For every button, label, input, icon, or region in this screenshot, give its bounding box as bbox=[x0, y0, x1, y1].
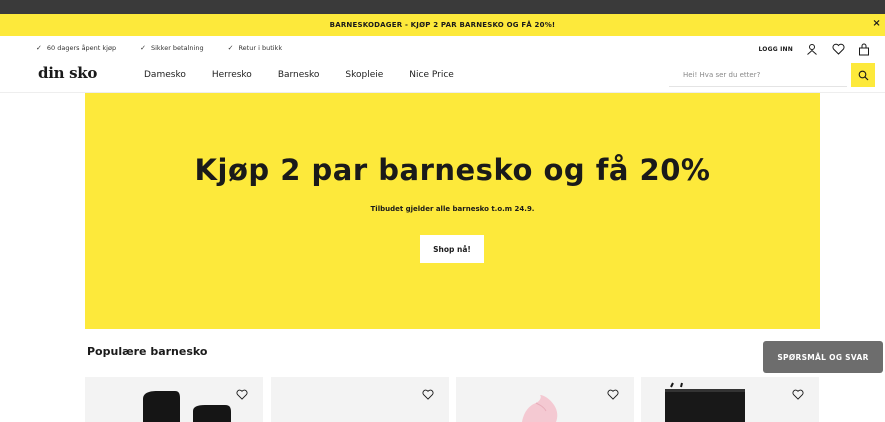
section-title: Populære barnesko bbox=[87, 345, 208, 358]
usp-item: ✓ 60 dagers åpent kjøp bbox=[36, 44, 116, 52]
check-icon: ✓ bbox=[140, 44, 146, 52]
product-card[interactable] bbox=[271, 377, 449, 422]
heart-icon[interactable] bbox=[791, 387, 805, 401]
usp-label: 60 dagers åpent kjøp bbox=[46, 44, 117, 52]
usp-label: Retur i butikk bbox=[238, 44, 283, 52]
heart-icon[interactable] bbox=[606, 387, 620, 401]
usp-list: ✓ 60 dagers åpent kjøp ✓ Sikker betalning … bbox=[36, 44, 282, 52]
usp-label: Sikker betalning bbox=[150, 44, 204, 52]
browser-top-strip bbox=[0, 0, 885, 14]
account-area: LOGG INN bbox=[758, 38, 871, 60]
search-placeholder: Hei! Hva ser du etter? bbox=[683, 70, 761, 79]
usp-item: ✓ Sikker betalning bbox=[140, 44, 203, 52]
product-card[interactable] bbox=[85, 377, 263, 422]
nav-item-herresko[interactable]: Herresko bbox=[212, 70, 252, 80]
nav-item-damesko[interactable]: Damesko bbox=[144, 70, 186, 80]
search-icon bbox=[858, 66, 869, 85]
heart-icon[interactable] bbox=[421, 387, 435, 401]
nav-item-skopleie[interactable]: Skopleie bbox=[345, 70, 383, 80]
shop-now-button[interactable]: Shop nå! bbox=[420, 235, 484, 263]
search-button[interactable] bbox=[851, 63, 875, 87]
product-card[interactable] bbox=[641, 377, 819, 422]
hero-subtitle: Tilbudet gjelder alle barnesko t.o.m 24.… bbox=[370, 205, 535, 213]
heart-icon[interactable] bbox=[831, 42, 845, 56]
faq-button[interactable]: SPØRSMÅL OG SVAR bbox=[763, 341, 883, 373]
login-link[interactable]: LOGG INN bbox=[758, 46, 793, 53]
hero-banner: Kjøp 2 par barnesko og få 20% Tilbudet g… bbox=[85, 93, 820, 329]
promo-close-button[interactable]: × bbox=[872, 18, 881, 30]
heart-icon[interactable] bbox=[235, 387, 249, 401]
nav-item-nice-price[interactable]: Nice Price bbox=[409, 70, 454, 80]
user-icon[interactable] bbox=[805, 42, 819, 56]
hero-title: Kjøp 2 par barnesko og få 20% bbox=[194, 153, 711, 187]
bag-icon[interactable] bbox=[857, 42, 871, 56]
usp-item: ✓ Retur i butikk bbox=[228, 44, 283, 52]
logo[interactable]: din sko bbox=[38, 64, 97, 82]
check-icon: ✓ bbox=[36, 44, 42, 52]
check-icon: ✓ bbox=[227, 44, 234, 52]
promo-text: BARNESKODAGER - KJØP 2 PAR BARNESKO OG F… bbox=[329, 21, 556, 29]
search-input[interactable]: Hei! Hva ser du etter? bbox=[669, 63, 847, 87]
main-nav: Damesko Herresko Barnesko Skopleie Nice … bbox=[144, 70, 454, 80]
nav-item-barnesko[interactable]: Barnesko bbox=[278, 70, 320, 80]
promo-bar[interactable]: BARNESKODAGER - KJØP 2 PAR BARNESKO OG F… bbox=[0, 14, 885, 36]
product-card[interactable] bbox=[456, 377, 634, 422]
